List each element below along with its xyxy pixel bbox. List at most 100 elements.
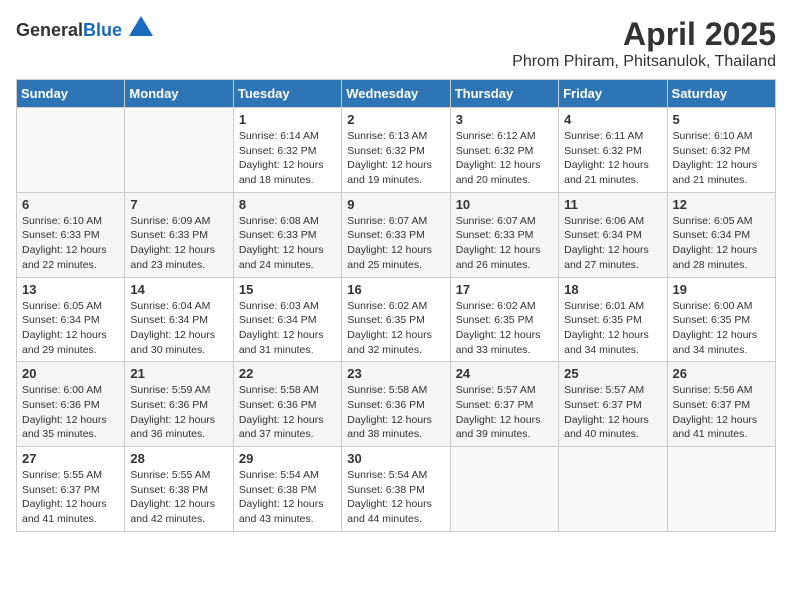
day-info: Sunrise: 6:05 AM Sunset: 6:34 PM Dayligh… bbox=[22, 299, 119, 358]
day-number: 6 bbox=[22, 197, 119, 212]
calendar-cell bbox=[559, 447, 667, 532]
day-info: Sunrise: 6:11 AM Sunset: 6:32 PM Dayligh… bbox=[564, 129, 661, 188]
logo-wordmark: GeneralBlue bbox=[16, 16, 153, 41]
main-title: April 2025 bbox=[512, 16, 776, 53]
calendar-cell: 23 Sunrise: 5:58 AM Sunset: 6:36 PM Dayli… bbox=[342, 362, 450, 447]
calendar-cell: 6 Sunrise: 6:10 AM Sunset: 6:33 PM Daylig… bbox=[17, 192, 125, 277]
day-info: Sunrise: 6:06 AM Sunset: 6:34 PM Dayligh… bbox=[564, 214, 661, 273]
calendar-cell: 5 Sunrise: 6:10 AM Sunset: 6:32 PM Daylig… bbox=[667, 108, 775, 193]
calendar-cell: 25Sunrise: 5:57 AM Sunset: 6:37 PM Dayli… bbox=[559, 362, 667, 447]
calendar-cell: 19Sunrise: 6:00 AM Sunset: 6:35 PM Dayli… bbox=[667, 277, 775, 362]
calendar-body: 1Sunrise: 6:14 AM Sunset: 6:32 PM Daylig… bbox=[17, 108, 776, 532]
calendar-cell: 26 Sunrise: 5:56 AM Sunset: 6:37 PM Dayli… bbox=[667, 362, 775, 447]
day-info: Sunrise: 6:13 AM Sunset: 6:32 PM Dayligh… bbox=[347, 129, 444, 188]
day-number: 15 bbox=[239, 282, 336, 297]
logo-icon bbox=[129, 16, 153, 36]
day-number: 26 bbox=[673, 366, 770, 381]
day-info: Sunrise: 5:54 AM Sunset: 6:38 PM Dayligh… bbox=[239, 468, 336, 527]
calendar-cell: 11 Sunrise: 6:06 AM Sunset: 6:34 PM Dayli… bbox=[559, 192, 667, 277]
weekday-header: Tuesday bbox=[233, 80, 341, 108]
day-number: 14 bbox=[130, 282, 227, 297]
calendar-cell: 16 Sunrise: 6:02 AM Sunset: 6:35 PM Dayli… bbox=[342, 277, 450, 362]
calendar-cell: 3 Sunrise: 6:12 AM Sunset: 6:32 PM Daylig… bbox=[450, 108, 558, 193]
day-info: Sunrise: 6:05 AM Sunset: 6:34 PM Dayligh… bbox=[673, 214, 770, 273]
day-number: 9 bbox=[347, 197, 444, 212]
calendar-cell: 30 Sunrise: 5:54 AM Sunset: 6:38 PM Dayli… bbox=[342, 447, 450, 532]
calendar-cell: 12Sunrise: 6:05 AM Sunset: 6:34 PM Dayli… bbox=[667, 192, 775, 277]
day-info: Sunrise: 6:07 AM Sunset: 6:33 PM Dayligh… bbox=[456, 214, 553, 273]
calendar-cell bbox=[450, 447, 558, 532]
calendar-cell: 15Sunrise: 6:03 AM Sunset: 6:34 PM Dayli… bbox=[233, 277, 341, 362]
calendar-cell: 2 Sunrise: 6:13 AM Sunset: 6:32 PM Daylig… bbox=[342, 108, 450, 193]
calendar-cell: 29Sunrise: 5:54 AM Sunset: 6:38 PM Dayli… bbox=[233, 447, 341, 532]
calendar-cell: 1Sunrise: 6:14 AM Sunset: 6:32 PM Daylig… bbox=[233, 108, 341, 193]
day-number: 2 bbox=[347, 112, 444, 127]
logo-general: GeneralBlue bbox=[16, 23, 127, 40]
day-number: 19 bbox=[673, 282, 770, 297]
day-number: 7 bbox=[130, 197, 227, 212]
day-info: Sunrise: 5:56 AM Sunset: 6:37 PM Dayligh… bbox=[673, 383, 770, 442]
calendar-cell: 24Sunrise: 5:57 AM Sunset: 6:37 PM Dayli… bbox=[450, 362, 558, 447]
calendar-cell: 18Sunrise: 6:01 AM Sunset: 6:35 PM Dayli… bbox=[559, 277, 667, 362]
sub-title: Phrom Phiram, Phitsanulok, Thailand bbox=[512, 53, 776, 71]
day-info: Sunrise: 6:04 AM Sunset: 6:34 PM Dayligh… bbox=[130, 299, 227, 358]
day-info: Sunrise: 6:14 AM Sunset: 6:32 PM Dayligh… bbox=[239, 129, 336, 188]
weekday-header: Friday bbox=[559, 80, 667, 108]
calendar-cell bbox=[125, 108, 233, 193]
calendar-cell: 4 Sunrise: 6:11 AM Sunset: 6:32 PM Daylig… bbox=[559, 108, 667, 193]
logo: GeneralBlue bbox=[16, 16, 153, 41]
day-info: Sunrise: 6:07 AM Sunset: 6:33 PM Dayligh… bbox=[347, 214, 444, 273]
day-number: 27 bbox=[22, 451, 119, 466]
calendar-cell: 7Sunrise: 6:09 AM Sunset: 6:33 PM Daylig… bbox=[125, 192, 233, 277]
calendar-cell: 9 Sunrise: 6:07 AM Sunset: 6:33 PM Daylig… bbox=[342, 192, 450, 277]
calendar-week-row: 20 Sunrise: 6:00 AM Sunset: 6:36 PM Dayli… bbox=[17, 362, 776, 447]
day-info: Sunrise: 5:55 AM Sunset: 6:38 PM Dayligh… bbox=[130, 468, 227, 527]
calendar-cell: 13 Sunrise: 6:05 AM Sunset: 6:34 PM Dayli… bbox=[17, 277, 125, 362]
calendar-header: SundayMondayTuesdayWednesdayThursdayFrid… bbox=[17, 80, 776, 108]
weekday-header: Sunday bbox=[17, 80, 125, 108]
day-number: 5 bbox=[673, 112, 770, 127]
day-number: 3 bbox=[456, 112, 553, 127]
day-info: Sunrise: 6:12 AM Sunset: 6:32 PM Dayligh… bbox=[456, 129, 553, 188]
day-info: Sunrise: 5:59 AM Sunset: 6:36 PM Dayligh… bbox=[130, 383, 227, 442]
calendar-cell: 27Sunrise: 5:55 AM Sunset: 6:37 PM Dayli… bbox=[17, 447, 125, 532]
day-number: 4 bbox=[564, 112, 661, 127]
calendar-table: SundayMondayTuesdayWednesdayThursdayFrid… bbox=[16, 79, 776, 532]
day-number: 20 bbox=[22, 366, 119, 381]
page-header: GeneralBlue April 2025 Phrom Phiram, Phi… bbox=[16, 16, 776, 71]
calendar-cell: 17Sunrise: 6:02 AM Sunset: 6:35 PM Dayli… bbox=[450, 277, 558, 362]
day-info: Sunrise: 5:54 AM Sunset: 6:38 PM Dayligh… bbox=[347, 468, 444, 527]
calendar-cell: 28Sunrise: 5:55 AM Sunset: 6:38 PM Dayli… bbox=[125, 447, 233, 532]
day-info: Sunrise: 5:58 AM Sunset: 6:36 PM Dayligh… bbox=[239, 383, 336, 442]
calendar-week-row: 1Sunrise: 6:14 AM Sunset: 6:32 PM Daylig… bbox=[17, 108, 776, 193]
day-number: 23 bbox=[347, 366, 444, 381]
calendar-week-row: 13 Sunrise: 6:05 AM Sunset: 6:34 PM Dayli… bbox=[17, 277, 776, 362]
day-info: Sunrise: 6:10 AM Sunset: 6:32 PM Dayligh… bbox=[673, 129, 770, 188]
calendar-cell bbox=[667, 447, 775, 532]
calendar-week-row: 27Sunrise: 5:55 AM Sunset: 6:37 PM Dayli… bbox=[17, 447, 776, 532]
weekday-header: Monday bbox=[125, 80, 233, 108]
day-info: Sunrise: 6:02 AM Sunset: 6:35 PM Dayligh… bbox=[347, 299, 444, 358]
calendar-cell: 8Sunrise: 6:08 AM Sunset: 6:33 PM Daylig… bbox=[233, 192, 341, 277]
weekday-header: Wednesday bbox=[342, 80, 450, 108]
day-info: Sunrise: 6:10 AM Sunset: 6:33 PM Dayligh… bbox=[22, 214, 119, 273]
day-number: 21 bbox=[130, 366, 227, 381]
day-number: 16 bbox=[347, 282, 444, 297]
calendar-week-row: 6 Sunrise: 6:10 AM Sunset: 6:33 PM Daylig… bbox=[17, 192, 776, 277]
weekday-header: Thursday bbox=[450, 80, 558, 108]
day-number: 25 bbox=[564, 366, 661, 381]
day-number: 8 bbox=[239, 197, 336, 212]
day-number: 10 bbox=[456, 197, 553, 212]
day-info: Sunrise: 6:00 AM Sunset: 6:36 PM Dayligh… bbox=[22, 383, 119, 442]
calendar-cell: 21 Sunrise: 5:59 AM Sunset: 6:36 PM Dayli… bbox=[125, 362, 233, 447]
day-info: Sunrise: 5:58 AM Sunset: 6:36 PM Dayligh… bbox=[347, 383, 444, 442]
day-number: 11 bbox=[564, 197, 661, 212]
title-section: April 2025 Phrom Phiram, Phitsanulok, Th… bbox=[512, 16, 776, 71]
calendar-cell: 22Sunrise: 5:58 AM Sunset: 6:36 PM Dayli… bbox=[233, 362, 341, 447]
day-number: 30 bbox=[347, 451, 444, 466]
calendar-cell bbox=[17, 108, 125, 193]
day-number: 13 bbox=[22, 282, 119, 297]
day-number: 17 bbox=[456, 282, 553, 297]
calendar-cell: 14 Sunrise: 6:04 AM Sunset: 6:34 PM Dayli… bbox=[125, 277, 233, 362]
day-info: Sunrise: 5:57 AM Sunset: 6:37 PM Dayligh… bbox=[456, 383, 553, 442]
